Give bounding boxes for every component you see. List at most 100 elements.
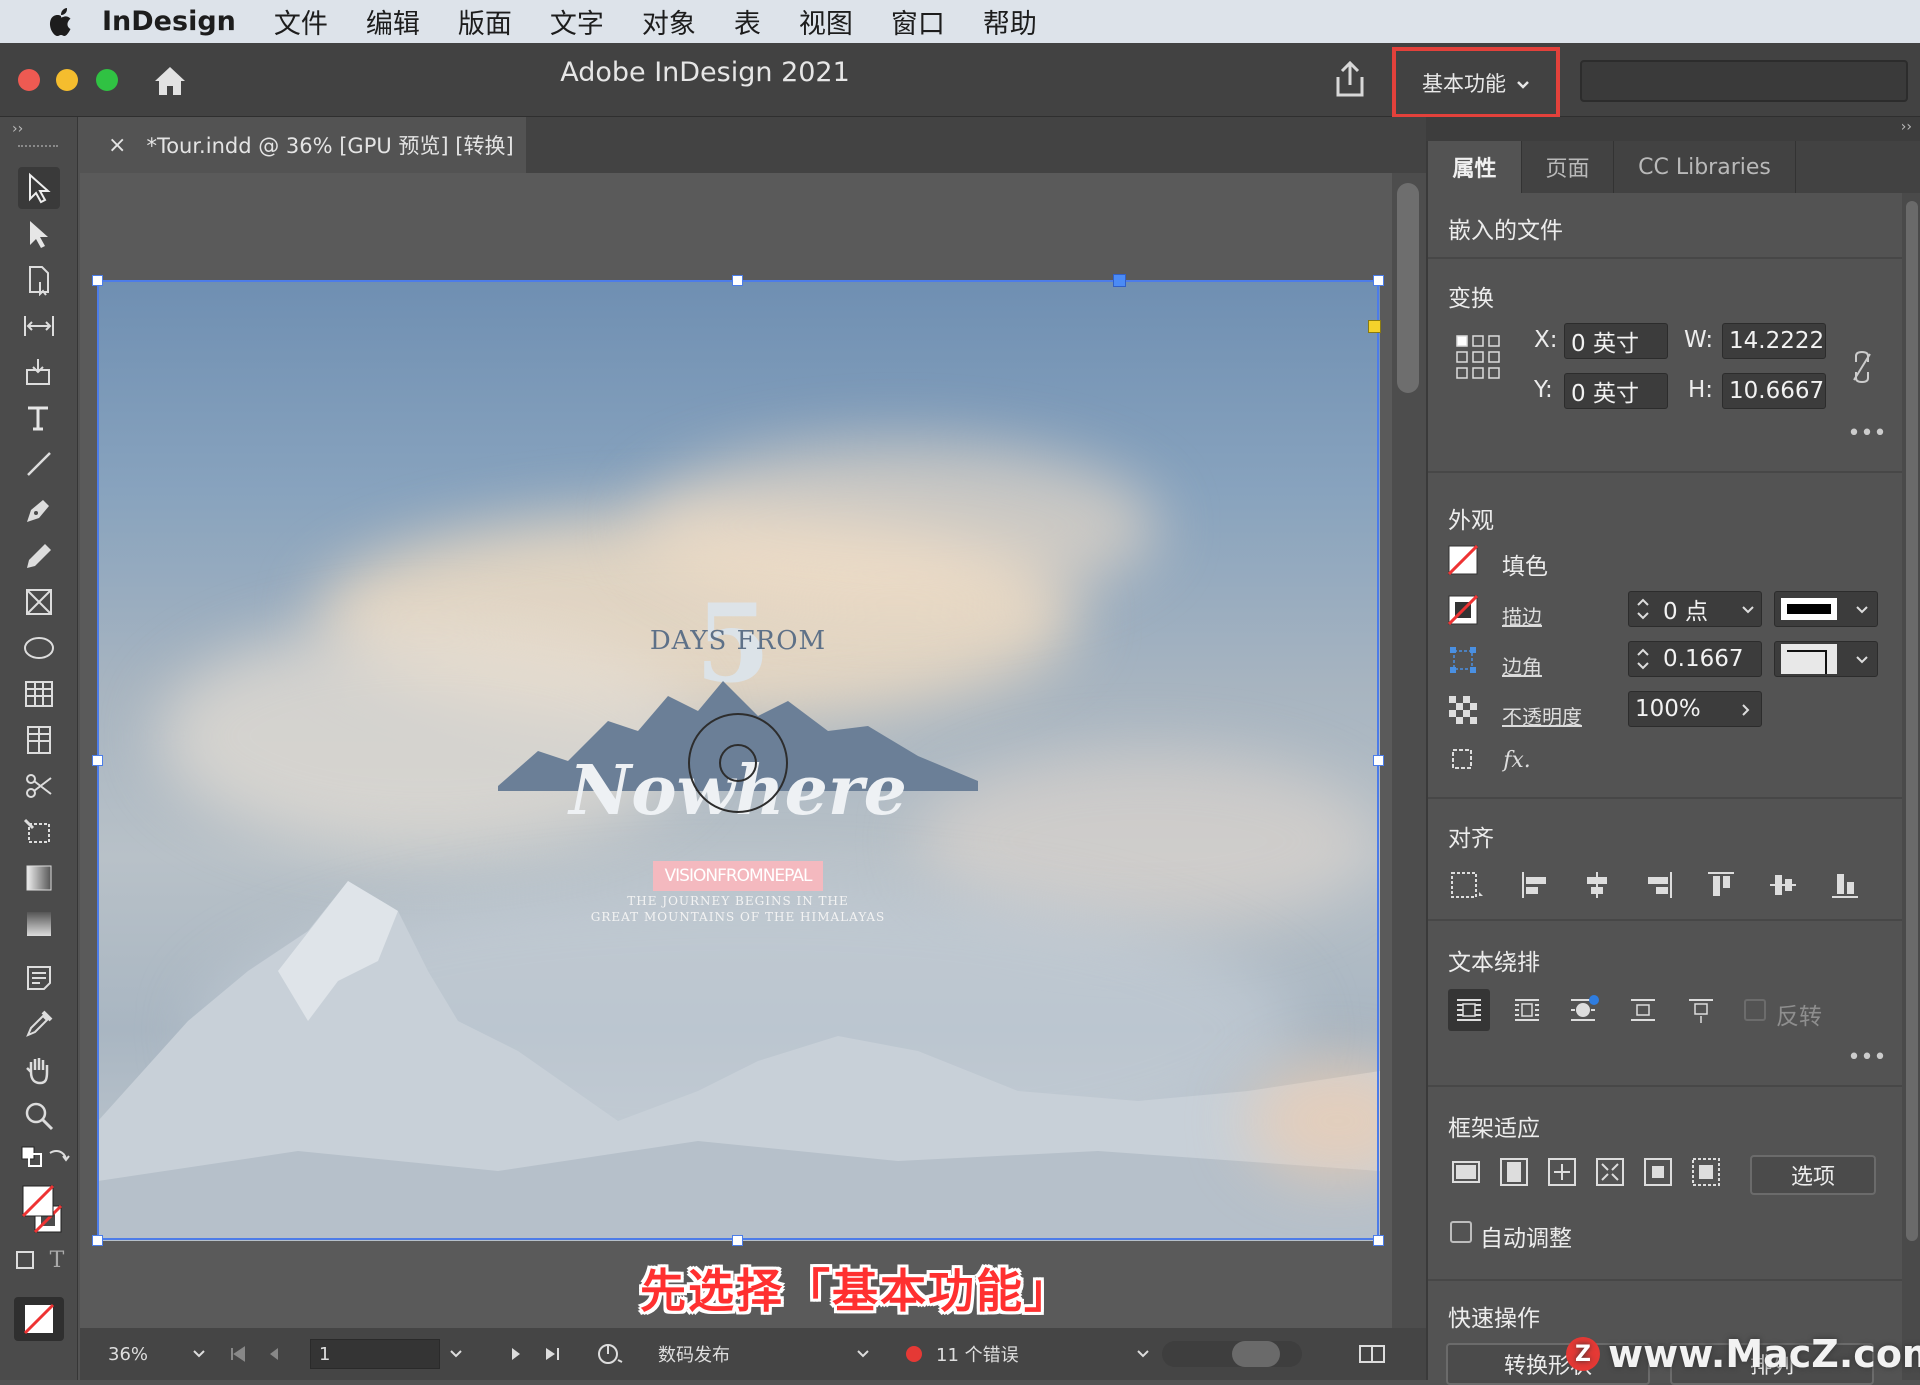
preflight-icon[interactable] — [596, 1328, 624, 1380]
resize-handle[interactable] — [92, 275, 103, 286]
menu-type[interactable]: 文字 — [550, 2, 604, 41]
rectangle-frame-tool-icon[interactable] — [18, 581, 60, 623]
type-tool-icon[interactable] — [18, 397, 60, 439]
preflight-profile[interactable]: 数码发布 — [658, 1328, 730, 1380]
fitting-options-button[interactable]: 选项 — [1750, 1155, 1876, 1195]
scissors-tool-icon[interactable] — [18, 765, 60, 807]
w-field[interactable]: 14.2222 — [1722, 323, 1826, 359]
fit-content-to-frame-icon[interactable] — [1592, 1151, 1628, 1193]
pen-tool-icon[interactable] — [18, 489, 60, 531]
selection-tool-icon[interactable] — [18, 167, 60, 209]
corner-shape-select[interactable] — [1774, 641, 1878, 677]
jump-to-next-column-icon[interactable] — [1680, 989, 1722, 1031]
live-corner-handle[interactable] — [1368, 320, 1381, 333]
fill-frame-proportionally-icon[interactable] — [1448, 1151, 1484, 1193]
tab-properties[interactable]: 属性 — [1428, 141, 1522, 193]
page-number-value[interactable]: 1 — [310, 1339, 440, 1369]
more-options-icon[interactable]: ••• — [1848, 421, 1887, 446]
corner-size-field[interactable]: 0.1667 — [1628, 641, 1762, 677]
table-tool-icon[interactable] — [18, 673, 60, 715]
formatting-text-icon[interactable]: T — [44, 1247, 70, 1273]
selection-frame[interactable] — [97, 280, 1379, 1240]
tab-cc-libraries[interactable]: CC Libraries — [1614, 141, 1796, 193]
preflight-profile-chevron-icon[interactable] — [856, 1328, 870, 1380]
panel-scrollbar[interactable] — [1902, 193, 1920, 1380]
resize-handle[interactable] — [1373, 1235, 1384, 1246]
hand-tool-icon[interactable] — [18, 1049, 60, 1091]
chevron-down-icon[interactable] — [1855, 605, 1869, 615]
no-text-wrap-icon[interactable] — [1448, 989, 1490, 1031]
note-tool-icon[interactable] — [18, 957, 60, 999]
fit-frame-to-content-icon[interactable] — [1544, 1151, 1580, 1193]
menu-table[interactable]: 表 — [734, 2, 761, 41]
scroll-thumb[interactable] — [1397, 183, 1419, 393]
tab-pages[interactable]: 页面 — [1522, 141, 1614, 193]
align-to-selection-icon[interactable] — [1448, 867, 1488, 903]
more-options-icon[interactable]: ••• — [1848, 1045, 1887, 1070]
first-page-icon[interactable] — [230, 1328, 246, 1380]
collapse-panel-icon[interactable]: ›› — [12, 121, 23, 137]
share-icon[interactable] — [1330, 59, 1370, 101]
eyedropper-tool-icon[interactable] — [18, 1003, 60, 1045]
close-tab-icon[interactable]: × — [108, 133, 126, 158]
zoom-dropdown-chevron-icon[interactable] — [192, 1328, 206, 1380]
resize-handle[interactable] — [1373, 275, 1384, 286]
gradient-feather-tool-icon[interactable] — [18, 903, 60, 945]
align-right-icon[interactable] — [1642, 867, 1676, 903]
gradient-swatch-tool-icon[interactable] — [18, 857, 60, 899]
ellipse-tool-icon[interactable] — [18, 627, 60, 669]
previous-page-icon[interactable] — [268, 1328, 280, 1380]
constrain-proportions-icon[interactable] — [1848, 347, 1876, 387]
x-field[interactable]: 0 英寸 — [1564, 323, 1668, 359]
auto-fit-checkbox[interactable] — [1450, 1221, 1472, 1243]
grid-tool-icon[interactable] — [18, 719, 60, 761]
stepper-icon[interactable] — [1635, 596, 1651, 622]
next-page-icon[interactable] — [510, 1328, 522, 1380]
adobe-stock-search-input[interactable] — [1580, 60, 1908, 102]
frame-content-handle[interactable] — [1113, 274, 1126, 287]
fit-content-proportionally-icon[interactable] — [1496, 1151, 1532, 1193]
canvas-vertical-scrollbar[interactable] — [1392, 173, 1426, 1328]
menu-window[interactable]: 窗口 — [891, 2, 945, 41]
align-top-icon[interactable] — [1704, 867, 1738, 903]
center-content-icon[interactable] — [1640, 1151, 1676, 1193]
transparency-frame-icon[interactable] — [1448, 745, 1478, 775]
direct-selection-tool-icon[interactable] — [18, 213, 60, 255]
opacity-link[interactable]: 不透明度 — [1502, 701, 1582, 730]
resize-handle[interactable] — [732, 275, 743, 286]
fill-stroke-swatch-icon[interactable] — [18, 1181, 66, 1237]
error-count[interactable]: 11 个错误 — [936, 1328, 1019, 1380]
gap-tool-icon[interactable] — [18, 305, 60, 347]
menu-help[interactable]: 帮助 — [983, 2, 1037, 41]
line-tool-icon[interactable] — [18, 443, 60, 485]
resize-handle[interactable] — [732, 1235, 743, 1246]
menu-layout[interactable]: 版面 — [458, 2, 512, 41]
menu-edit[interactable]: 编辑 — [366, 2, 420, 41]
page-number-field[interactable]: 1 — [310, 1328, 440, 1380]
align-horizontal-center-icon[interactable] — [1580, 867, 1614, 903]
chevron-right-icon[interactable] — [1741, 703, 1751, 717]
pencil-tool-icon[interactable] — [18, 535, 60, 577]
page-tool-icon[interactable] — [18, 259, 60, 301]
jump-object-icon[interactable] — [1622, 989, 1664, 1031]
resize-handle[interactable] — [92, 755, 103, 766]
chevron-down-icon[interactable] — [1855, 655, 1869, 665]
reference-point-icon[interactable] — [1454, 333, 1504, 383]
resize-handle[interactable] — [92, 1235, 103, 1246]
zoom-level[interactable]: 36% — [108, 1328, 148, 1380]
content-aware-fit-icon[interactable] — [1688, 1151, 1724, 1193]
document-tab[interactable]: × *Tour.indd @ 36% [GPU 预览] [转换] — [80, 117, 526, 173]
invert-checkbox[interactable] — [1744, 999, 1766, 1021]
stroke-type-select[interactable] — [1774, 591, 1878, 627]
stroke-swatch-icon[interactable] — [1448, 595, 1478, 625]
zoom-tool-icon[interactable] — [18, 1095, 60, 1137]
opacity-field[interactable]: 100% — [1628, 691, 1762, 727]
content-collector-tool-icon[interactable] — [18, 351, 60, 393]
last-page-icon[interactable] — [544, 1328, 560, 1380]
free-transform-tool-icon[interactable] — [18, 811, 60, 853]
align-vertical-center-icon[interactable] — [1766, 867, 1800, 903]
corner-options-icon[interactable] — [1448, 645, 1478, 675]
workspace-switcher-button[interactable]: 基本功能 — [1408, 59, 1544, 107]
chevron-down-icon[interactable] — [1741, 605, 1755, 615]
fill-swatch-icon[interactable] — [1448, 545, 1478, 575]
